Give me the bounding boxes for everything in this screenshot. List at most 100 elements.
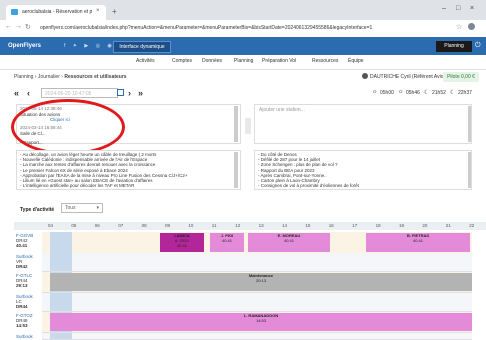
hour-label: 11 bbox=[211, 223, 217, 228]
left-news-list: - Au décollage, un avion léger heurte un… bbox=[20, 152, 187, 188]
menu-planning[interactable]: Planning bbox=[234, 58, 253, 64]
booking-sub: 40.41 bbox=[176, 243, 187, 248]
night-shading bbox=[50, 293, 72, 311]
menu-donnees[interactable]: Données bbox=[202, 58, 222, 64]
hour-label: 06 bbox=[94, 223, 100, 228]
resource-label[interactable]: F-GTLC DR44 29:13 bbox=[16, 273, 32, 289]
breadcrumb-planning[interactable]: Planning bbox=[14, 74, 33, 80]
resource-hours: 14:53 bbox=[16, 323, 28, 329]
brand-logo: OpenFlyers bbox=[8, 43, 42, 49]
hour-label: 19 bbox=[399, 223, 405, 228]
prev-week-button[interactable]: « bbox=[14, 88, 19, 98]
sunset-icon: ☾ bbox=[424, 90, 430, 96]
breadcrumb-journal[interactable]: Journalier bbox=[38, 74, 60, 80]
hour-label: 08 bbox=[141, 223, 147, 228]
hour-label: 09 bbox=[165, 223, 171, 228]
resource-timeline[interactable] bbox=[42, 253, 472, 272]
hour-label: 15 bbox=[305, 223, 311, 228]
activity-type-value: Tous bbox=[65, 205, 76, 211]
menu-comptes[interactable]: Comptes bbox=[172, 58, 192, 64]
sunrise-icon: ☼ bbox=[372, 89, 378, 95]
menu-equipe[interactable]: Équipe bbox=[348, 58, 364, 64]
notes-scrollbar[interactable] bbox=[234, 106, 238, 142]
resource-label[interactable]: Surbook VR DR42 bbox=[16, 254, 33, 270]
booking-block[interactable]: J. PIOI 40.41 bbox=[210, 233, 244, 252]
resource-hours: 29:13 bbox=[16, 283, 28, 289]
time-3: 21h52 bbox=[432, 90, 446, 96]
calendar-icon[interactable] bbox=[117, 89, 124, 96]
hour-label: 10 bbox=[188, 223, 194, 228]
menu-activites[interactable]: Activités bbox=[136, 58, 155, 64]
booking-sub: 40.41 bbox=[283, 238, 294, 243]
tab-title: aeroclubalsia - Réservation et p bbox=[22, 9, 93, 15]
side-tab-icon[interactable] bbox=[245, 118, 251, 134]
station-input[interactable]: Ajouter une station... bbox=[259, 107, 305, 113]
settings-icon[interactable]: ⏻ bbox=[475, 42, 481, 50]
station-scrollbar[interactable] bbox=[468, 106, 471, 142]
booking-block[interactable]: B. FIETRAS 40.41 bbox=[366, 233, 470, 252]
right-news-item[interactable]: - Consignes de vol à proximité d'éolienn… bbox=[258, 183, 359, 188]
interface-toggle-button[interactable]: Interface dynamique bbox=[113, 41, 171, 53]
planning-button[interactable]: Planning bbox=[436, 41, 472, 52]
resource-callsign: Surbook bbox=[16, 334, 33, 339]
booking-block[interactable]: L. RAMANADOON 14:53 bbox=[50, 313, 472, 331]
right-news-list: - Du côté de Denos - Défilé de 287 pour l… bbox=[258, 152, 359, 188]
window-maximize-icon[interactable]: □ bbox=[456, 5, 460, 12]
sunrise-icon-2: ☼ bbox=[398, 89, 404, 95]
booking-sub: 40.41 bbox=[221, 238, 232, 243]
prev-day-button[interactable]: ‹ bbox=[27, 88, 30, 98]
hour-label: 14 bbox=[282, 223, 288, 228]
resource-label[interactable]: Surbook bbox=[16, 334, 33, 339]
menu-ressources[interactable]: Ressources bbox=[312, 58, 338, 64]
tab-close-icon[interactable]: × bbox=[96, 8, 100, 14]
right-news-scrollbar[interactable] bbox=[468, 152, 471, 188]
resource-label[interactable]: Surbook LC DR44 bbox=[16, 294, 33, 310]
resource-label[interactable]: F-GGVB DR42 40.41 bbox=[16, 233, 33, 249]
user-avatar bbox=[362, 73, 368, 79]
social-icons: f ✦ ▶ ◎ ◉ bbox=[64, 43, 115, 49]
date-input[interactable]: 2024-06-20 10:47:05 bbox=[41, 88, 118, 98]
left-news-scrollbar[interactable] bbox=[234, 152, 238, 188]
activity-type-select[interactable]: Tous ▾ bbox=[61, 203, 103, 213]
window-minimize-icon[interactable]: – bbox=[442, 5, 446, 12]
time-1: 05h00 bbox=[380, 90, 394, 96]
hour-label: 20 bbox=[422, 223, 428, 228]
window-close-icon[interactable]: × bbox=[470, 5, 474, 12]
next-week-button[interactable]: » bbox=[138, 88, 143, 98]
breadcrumb-current: Ressources et utilisateurs bbox=[64, 74, 127, 80]
booking-sub: 40.41 bbox=[412, 238, 423, 243]
activity-type-label: Type d'activité bbox=[20, 207, 55, 213]
user-name[interactable]: DAUTRICHE Cyril (Référent Avion) bbox=[370, 74, 448, 80]
back-icon[interactable]: ← bbox=[5, 23, 12, 30]
booking-sub: 20:13 bbox=[255, 278, 266, 283]
booking-block[interactable]: E. MOREAU 40.41 bbox=[248, 233, 330, 252]
resource-timeline[interactable] bbox=[42, 293, 472, 312]
next-day-button[interactable]: › bbox=[128, 88, 131, 98]
resource-hours: DR42 bbox=[16, 264, 28, 270]
booking-block[interactable]: Maintenance 20:13 bbox=[50, 273, 472, 291]
hour-label: 21 bbox=[445, 223, 451, 228]
resource-label[interactable]: F-GTOZ DR48 14:53 bbox=[16, 313, 33, 329]
hour-label: 22 bbox=[469, 223, 475, 228]
profile-icon[interactable] bbox=[468, 23, 475, 30]
booking-sub: 14:53 bbox=[255, 318, 266, 323]
breadcrumb: Planning › Journalier › Ressources et ut… bbox=[14, 74, 127, 80]
red-highlight-oval bbox=[11, 99, 125, 155]
sunset-icon-2: ☾ bbox=[450, 90, 456, 96]
reload-icon[interactable]: ↻ bbox=[25, 23, 31, 31]
bookmark-star-icon[interactable]: ☆ bbox=[456, 23, 462, 31]
time-4: 22h37 bbox=[458, 90, 472, 96]
hour-label: 07 bbox=[118, 223, 124, 228]
new-tab-icon[interactable]: + bbox=[112, 7, 117, 16]
site-favicon-icon bbox=[11, 9, 18, 15]
forward-icon[interactable]: → bbox=[15, 23, 22, 30]
night-shading bbox=[50, 253, 72, 271]
menu-preparation-vol[interactable]: Préparation Vol bbox=[262, 58, 296, 64]
left-news-item[interactable]: - L'intelligence artificielle pour décod… bbox=[20, 183, 187, 188]
booking-block[interactable]: LAMICA 6. OGO 40.41 bbox=[160, 233, 204, 252]
hour-label: 05 bbox=[71, 223, 77, 228]
url-field[interactable]: openflyers.com/aeroclubalsia/index.php?m… bbox=[40, 25, 372, 31]
time-2: 05h46 bbox=[406, 90, 420, 96]
hour-label: 13 bbox=[258, 223, 264, 228]
hour-label: 12 bbox=[235, 223, 241, 228]
